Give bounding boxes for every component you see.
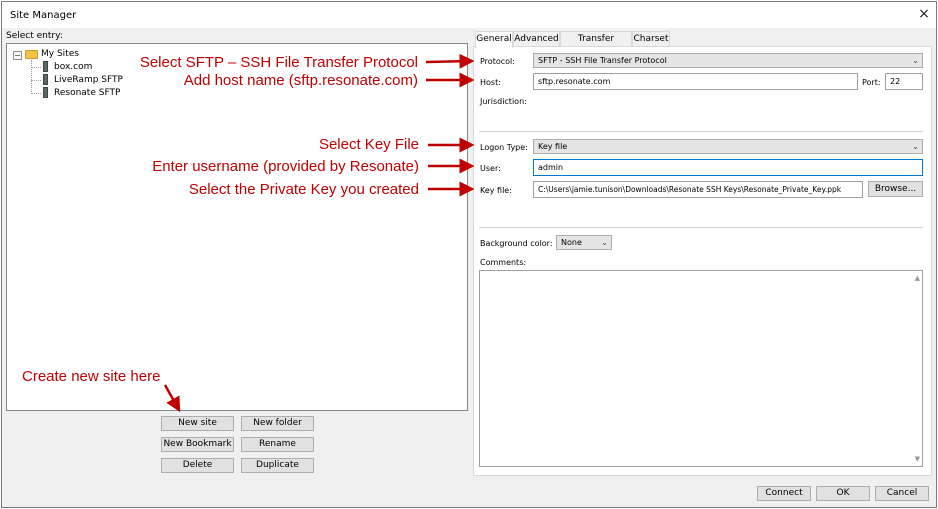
tab-general[interactable]: General [475,31,513,48]
annotation-arrows [163,53,475,413]
arrow-protocol [425,53,475,69]
arrow-new-site [163,384,181,413]
